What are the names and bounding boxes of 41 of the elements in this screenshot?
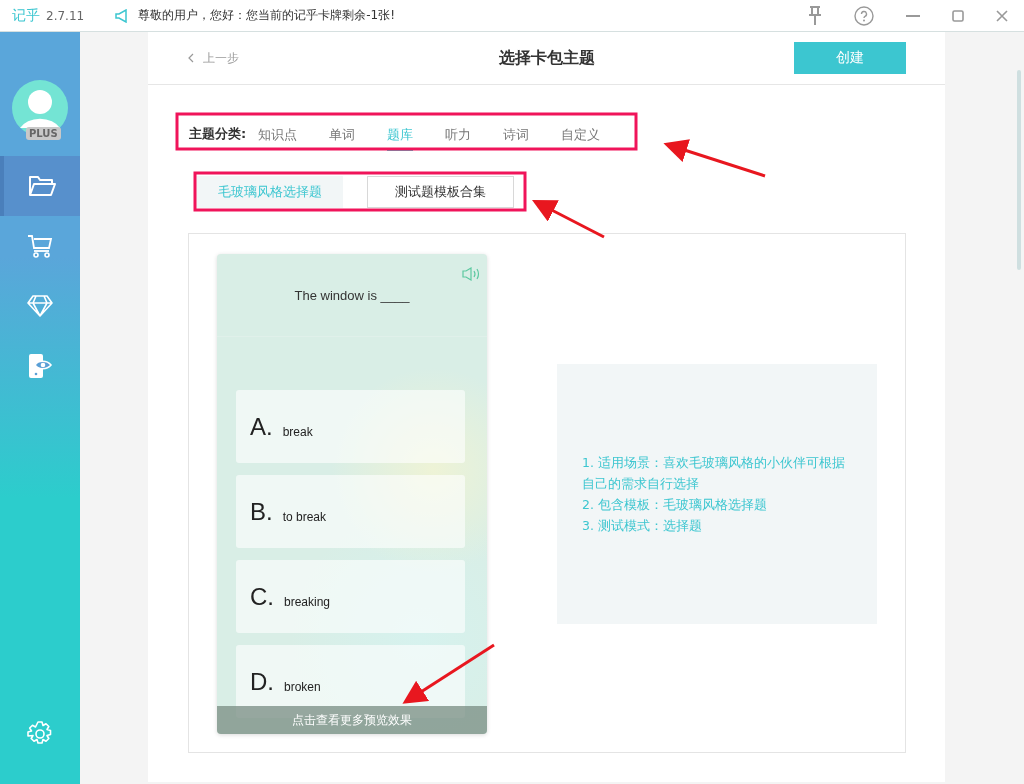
answer-option[interactable]: C. breaking [236,560,465,633]
folder-icon [28,175,56,197]
nav-item[interactable] [0,156,80,216]
app-logo: 记乎 [12,6,40,25]
option-letter: D. [250,667,274,696]
answer-option[interactable]: B. to break [236,475,465,548]
description-line: 1. 适用场景：喜欢毛玻璃风格的小伙伴可根据自己的需求自行选择 [582,454,846,493]
help-icon[interactable] [854,5,874,26]
more-preview-bar[interactable]: 点击查看更多预览效果 [217,706,487,734]
option-text: broken [284,679,321,694]
category-tab[interactable]: 单词 [329,117,356,151]
option-letter: A. [250,412,273,441]
option-text: to break [282,509,327,524]
cart-icon [27,234,53,258]
question-text: The window is ____ [217,254,487,337]
chevron-left-icon [188,53,194,63]
page-title: 选择卡包主题 [499,47,595,69]
version-label: 2.7.11 [46,8,85,23]
category-tab[interactable]: 自定义 [561,117,601,151]
plus-badge: PLUS [26,127,61,140]
notice-text: 尊敬的用户，您好：您当前的记乎卡牌剩余-1张! [138,7,395,24]
maximize-icon[interactable] [952,9,964,22]
category-tab[interactable]: 知识点 [258,117,298,151]
option-letter: B. [250,497,273,526]
pin-icon[interactable] [808,5,822,26]
close-icon[interactable] [996,9,1008,22]
category-label: 主题分类: [189,125,247,143]
description-line: 3. 测试模式：选择题 [582,517,703,535]
template-tab[interactable]: 测试题模板合集 [367,176,514,208]
option-text: break [282,424,313,439]
category-tab[interactable]: 诗词 [503,117,530,151]
description-line: 2. 包含模板：毛玻璃风格选择题 [582,496,768,514]
scrollbar[interactable] [1017,70,1021,270]
speaker-icon[interactable] [462,267,482,281]
category-tab[interactable]: 听力 [445,117,472,151]
answer-option[interactable]: A. break [236,390,465,463]
option-text: breaking [284,594,331,609]
phone-eye-icon [27,353,53,379]
option-letter: C. [250,582,274,611]
diamond-icon [27,295,53,317]
back-link[interactable]: 上一步 [203,49,239,67]
